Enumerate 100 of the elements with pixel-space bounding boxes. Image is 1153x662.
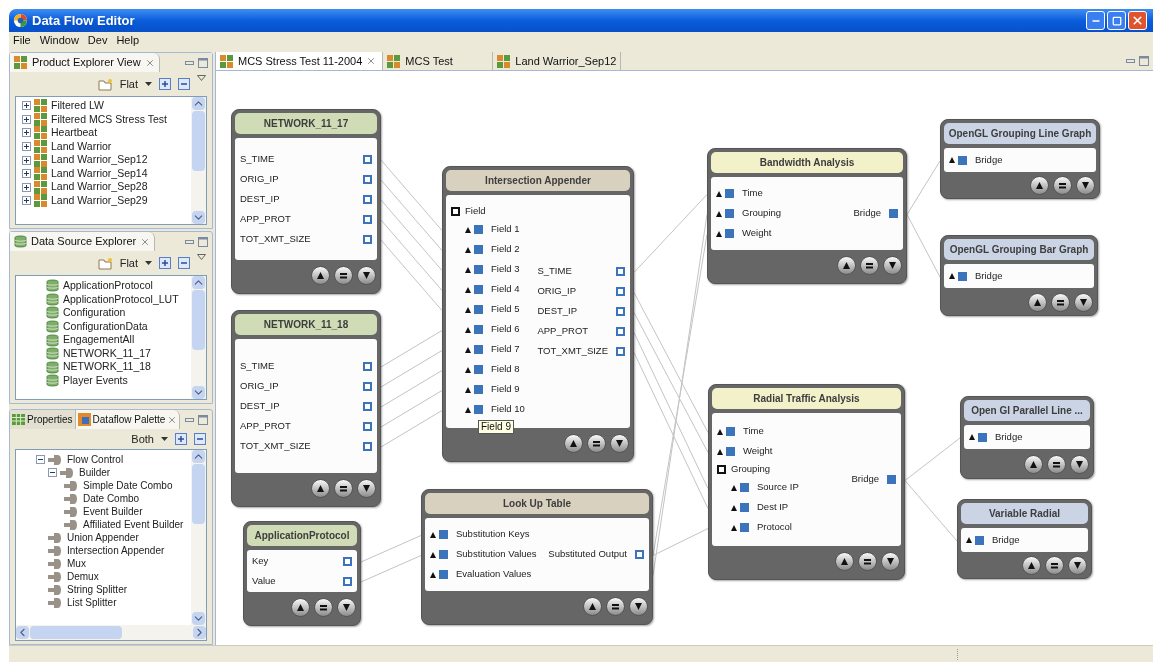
product-item[interactable]: Land Warrior_Sep28 (51, 179, 148, 196)
up-arrow-button[interactable] (1022, 556, 1041, 575)
up-arrow-button[interactable] (1024, 454, 1043, 474)
equals-button[interactable] (334, 478, 353, 498)
output-port[interactable] (635, 550, 644, 559)
scroll-thumb[interactable] (30, 626, 122, 639)
down-arrow-button[interactable] (883, 255, 902, 275)
maximize-icon[interactable] (198, 236, 208, 247)
output-port[interactable] (616, 307, 625, 316)
input-port[interactable] (439, 570, 448, 579)
expand-toggle[interactable] (22, 155, 31, 165)
data-source-item[interactable]: NETWORK_11_18 (63, 359, 151, 376)
collapse-all-icon[interactable] (194, 433, 206, 445)
product-item[interactable]: Land Warrior_Sep29 (51, 193, 148, 209)
scroll-thumb[interactable] (192, 290, 205, 350)
node-card[interactable]: Radial Traffic Analysis Time Weight Grouping Source IP Dest IP Protocol Bridge (708, 384, 905, 580)
down-arrow-button[interactable] (357, 265, 376, 285)
output-port[interactable] (363, 361, 372, 371)
data-source-item[interactable]: ApplicationProtocol_LUT (63, 291, 179, 308)
maximize-icon[interactable] (198, 57, 208, 68)
minimize-icon[interactable] (185, 239, 194, 244)
input-port[interactable] (474, 265, 483, 274)
expand-toggle[interactable] (22, 128, 31, 138)
down-arrow-button[interactable] (357, 478, 376, 498)
close-icon[interactable] (144, 57, 155, 68)
palette-item[interactable]: Intersection Appender (67, 543, 165, 558)
minimize-icon[interactable] (1126, 59, 1135, 63)
input-port[interactable] (474, 345, 483, 354)
expand-toggle[interactable] (22, 196, 31, 206)
scroll-right-icon[interactable] (193, 626, 206, 639)
minimize-icon[interactable] (185, 417, 194, 422)
maximize-button[interactable] (1107, 11, 1126, 30)
input-port[interactable] (474, 325, 483, 334)
output-port[interactable] (363, 441, 372, 451)
output-port[interactable] (616, 347, 625, 356)
palette-item[interactable]: Flow Control (67, 452, 124, 467)
down-arrow-button[interactable] (1074, 292, 1093, 312)
group-port[interactable] (717, 465, 726, 474)
input-port[interactable] (740, 523, 749, 532)
equals-button[interactable] (587, 433, 606, 453)
node-card[interactable]: NETWORK_11_18 S_TIME ORIG_IP DEST_IP APP_PROT TOT_XMT_SIZE (231, 310, 381, 507)
down-arrow-button[interactable] (629, 596, 648, 616)
output-port[interactable] (616, 287, 625, 296)
down-arrow-button[interactable] (610, 433, 629, 453)
input-port[interactable] (474, 305, 483, 314)
equals-button[interactable] (606, 596, 625, 616)
vertical-scrollbar[interactable] (191, 276, 206, 399)
input-port[interactable] (958, 155, 967, 165)
folder-icon[interactable] (97, 256, 113, 270)
view-tab[interactable]: Dataflow Palette (75, 410, 181, 429)
filter-label[interactable]: Flat (119, 75, 138, 93)
close-button[interactable] (1128, 11, 1147, 30)
node-card[interactable]: Variable Radial Bridge (957, 499, 1092, 579)
node-card[interactable]: OpenGL Grouping Bar Graph Bridge (940, 235, 1098, 316)
expand-toggle[interactable] (22, 101, 31, 111)
editor-tab[interactable]: MCS Stress Test 11-2004 (216, 52, 384, 70)
input-port[interactable] (975, 535, 984, 545)
up-arrow-button[interactable] (1030, 176, 1049, 195)
output-port[interactable] (363, 174, 372, 184)
scroll-left-icon[interactable] (16, 626, 29, 639)
down-arrow-button[interactable] (1068, 556, 1087, 575)
down-arrow-button[interactable] (1076, 176, 1095, 195)
up-arrow-button[interactable] (311, 478, 330, 498)
output-port[interactable] (343, 556, 352, 566)
node-card[interactable]: Look Up Table Substitution Keys Substitution Values Evaluation Values Substituted Output (421, 489, 653, 625)
output-port[interactable] (363, 154, 372, 164)
close-icon[interactable] (140, 236, 151, 247)
equals-button[interactable] (860, 255, 879, 275)
palette-item[interactable]: List Splitter (67, 595, 117, 610)
filter-label[interactable]: Both (131, 430, 154, 448)
node-card[interactable]: NETWORK_11_17 S_TIME ORIG_IP DEST_IP APP_PROT TOT_XMT_SIZE (231, 109, 381, 294)
data-source-item[interactable]: Player Events (63, 373, 128, 389)
scroll-down-icon[interactable] (192, 211, 205, 224)
output-port[interactable] (363, 381, 372, 391)
output-port[interactable] (363, 401, 372, 411)
down-arrow-button[interactable] (1070, 454, 1089, 474)
expand-toggle[interactable] (22, 182, 31, 192)
dropdown-caret-icon[interactable] (161, 437, 168, 441)
output-port[interactable] (363, 214, 372, 224)
input-port[interactable] (474, 225, 483, 234)
output-port[interactable] (616, 327, 625, 336)
equals-button[interactable] (314, 597, 333, 617)
horizontal-scrollbar[interactable] (16, 625, 206, 640)
palette-item[interactable]: Builder (79, 465, 111, 480)
output-port[interactable] (363, 194, 372, 204)
output-port[interactable] (363, 421, 372, 431)
input-port[interactable] (474, 245, 483, 254)
input-port[interactable] (726, 427, 735, 436)
scroll-down-icon[interactable] (192, 612, 205, 625)
expand-all-icon[interactable] (175, 433, 187, 445)
up-arrow-button[interactable] (837, 255, 856, 275)
up-arrow-button[interactable] (564, 433, 583, 453)
view-menu-icon[interactable] (197, 75, 206, 81)
palette-item[interactable]: Union Appender (67, 530, 139, 545)
equals-button[interactable] (1047, 454, 1066, 474)
menu-item[interactable]: Dev (87, 31, 108, 49)
close-icon[interactable] (366, 56, 377, 66)
output-port[interactable] (616, 267, 625, 276)
input-port[interactable] (725, 209, 734, 218)
up-arrow-button[interactable] (311, 265, 330, 285)
